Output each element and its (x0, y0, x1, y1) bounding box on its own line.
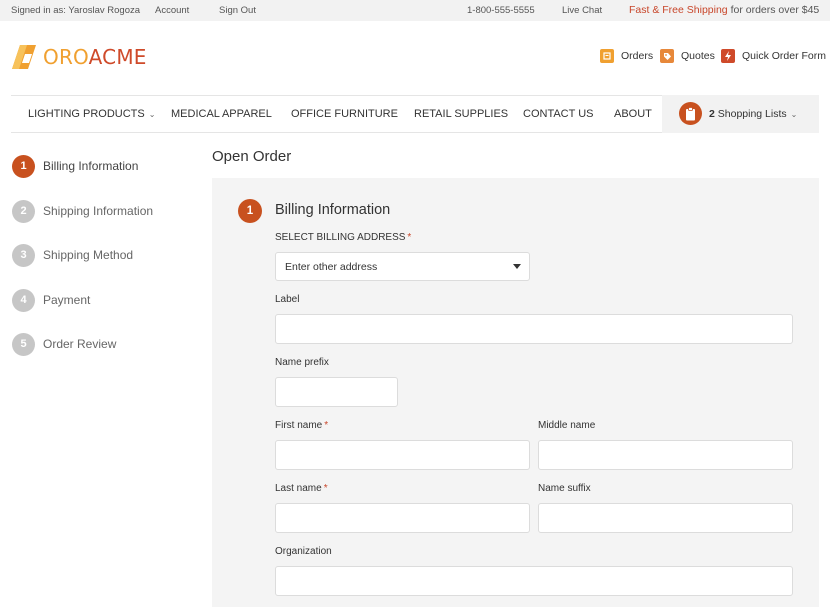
quick-order-label: Quick Order Form (742, 50, 827, 62)
clipboard-icon (679, 102, 702, 125)
phone-number: 1-800-555-5555 (467, 5, 535, 16)
step-label: Billing Information (43, 159, 139, 173)
shopping-lists-count: 2 (709, 108, 715, 120)
first-name-label-text: First name (275, 420, 323, 431)
required-mark: * (324, 420, 329, 431)
page-title: Open Order (212, 148, 292, 165)
step-number: 3 (12, 243, 35, 267)
step-shipping-method[interactable]: 3 Shipping Method (12, 243, 133, 267)
shipping-promo-highlight: Fast & Free Shipping (629, 4, 728, 16)
lightning-icon (721, 49, 735, 63)
name-prefix-input[interactable] (275, 377, 398, 407)
sign-out-link[interactable]: Sign Out (219, 5, 256, 16)
step-number: 2 (12, 199, 35, 223)
section-number-badge: 1 (238, 199, 262, 223)
shipping-promo-rest: for orders over $45 (730, 4, 820, 16)
shipping-promo: Fast & Free Shipping for orders over $45 (629, 4, 819, 16)
orders-link[interactable]: Orders (600, 49, 653, 63)
step-billing-information[interactable]: 1 Billing Information (12, 154, 138, 178)
quotes-icon (660, 49, 674, 63)
step-payment[interactable]: 4 Payment (12, 288, 90, 312)
shopping-lists-button[interactable]: 2 Shopping Lists ⌄ (662, 95, 819, 133)
nav-item-about[interactable]: ABOUT (614, 108, 652, 120)
step-order-review[interactable]: 5 Order Review (12, 332, 116, 356)
required-mark: * (407, 232, 412, 243)
nav-item-office-furniture[interactable]: OFFICE FURNITURE (291, 108, 398, 120)
last-name-input[interactable] (275, 503, 530, 533)
step-label: Payment (43, 293, 91, 307)
quotes-link[interactable]: Quotes (660, 49, 715, 63)
name-suffix-input[interactable] (538, 503, 793, 533)
nav-item-lighting-products[interactable]: LIGHTING PRODUCTS ⌄ (28, 108, 155, 120)
name-prefix-label: Name prefix (275, 357, 329, 368)
logo-mark-icon (12, 45, 36, 69)
middle-name-input[interactable] (538, 440, 793, 470)
step-number: 5 (12, 332, 35, 356)
top-bar: Signed in as: Yaroslav Rogoza Account Si… (0, 0, 830, 21)
shopping-lists-text: Shopping Lists (717, 108, 787, 120)
billing-address-label: SELECT BILLING ADDRESS * (275, 232, 411, 243)
organization-input[interactable] (275, 566, 793, 596)
chevron-down-icon: ⌄ (790, 110, 798, 119)
quotes-label: Quotes (681, 50, 715, 62)
first-name-label: First name * (275, 420, 328, 431)
caret-down-icon (513, 264, 521, 269)
nav-item-contact-us[interactable]: CONTACT US (523, 108, 594, 120)
last-name-label: Last name * (275, 483, 328, 494)
logo-oro: ORO (43, 45, 89, 69)
required-mark: * (323, 483, 328, 494)
first-name-input[interactable] (275, 440, 530, 470)
orders-icon (600, 49, 614, 63)
section-title: Billing Information (275, 202, 391, 218)
step-label: Order Review (43, 337, 117, 351)
quick-order-link[interactable]: Quick Order Form (721, 49, 826, 63)
name-suffix-label: Name suffix (538, 483, 591, 494)
nav-item-label: LIGHTING PRODUCTS (28, 108, 145, 120)
billing-address-select[interactable]: Enter other address (275, 252, 530, 281)
chevron-down-icon: ⌄ (148, 110, 156, 119)
nav-item-retail-supplies[interactable]: RETAIL SUPPLIES (414, 108, 508, 120)
orders-label: Orders (621, 50, 654, 62)
logo-text: OROACME (43, 45, 147, 69)
middle-name-label: Middle name (538, 420, 596, 431)
account-link[interactable]: Account (155, 5, 189, 16)
logo[interactable]: OROACME (11, 43, 147, 71)
label-field-label: Label (275, 294, 300, 305)
organization-label: Organization (275, 546, 332, 557)
billing-address-select-value: Enter other address (285, 261, 378, 273)
step-label: Shipping Method (43, 248, 134, 262)
nav-item-medical-apparel[interactable]: MEDICAL APPAREL (171, 108, 272, 120)
last-name-label-text: Last name (275, 483, 322, 494)
billing-address-label-text: SELECT BILLING ADDRESS (275, 232, 406, 243)
logo-acme: ACME (88, 45, 147, 69)
label-input[interactable] (275, 314, 793, 344)
step-number: 4 (12, 288, 35, 312)
step-label: Shipping Information (43, 204, 154, 218)
shopping-lists-label: 2 Shopping Lists ⌄ (709, 108, 797, 120)
main-nav: LIGHTING PRODUCTS ⌄ MEDICAL APPAREL OFFIC… (11, 95, 819, 133)
step-number: 1 (12, 154, 35, 178)
step-shipping-information[interactable]: 2 Shipping Information (12, 199, 153, 223)
live-chat-link[interactable]: Live Chat (562, 5, 602, 16)
signed-in-text: Signed in as: Yaroslav Rogoza (11, 5, 141, 16)
